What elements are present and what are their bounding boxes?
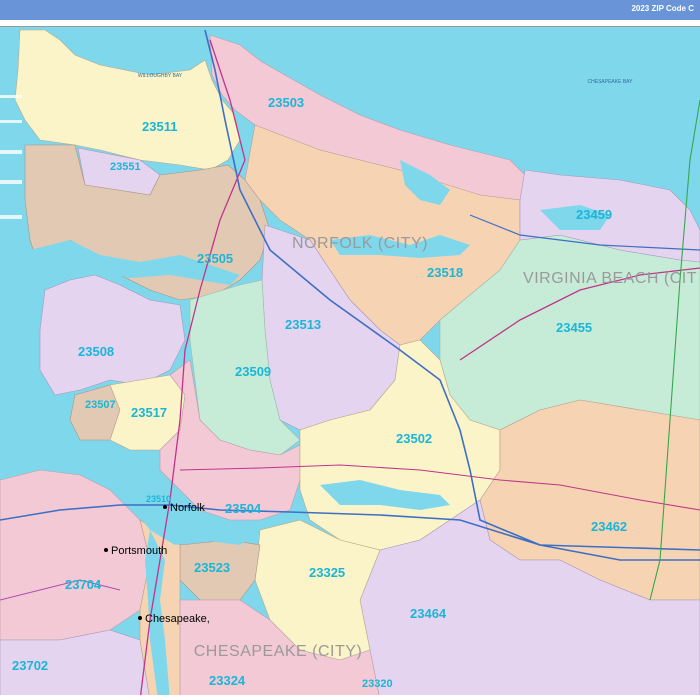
zip-code-map[interactable]: WILLOUGHBY BAY CHESAPEAKE BAY NORFOLK (C…	[0, 27, 700, 700]
top-ruler	[0, 20, 700, 27]
zip-label-23510: 23510	[146, 494, 171, 504]
city-name-norfolk: NORFOLK (CITY)	[292, 235, 428, 252]
zip-label-23325: 23325	[309, 565, 345, 580]
zip-label-23459: 23459	[576, 207, 612, 222]
pier	[0, 150, 22, 154]
city-name-chesapeake: CHESAPEAKE (CITY)	[194, 643, 363, 660]
zip-label-23551: 23551	[110, 161, 141, 173]
pier	[0, 95, 22, 98]
zip-label-23518: 23518	[427, 265, 463, 280]
zip-label-23702: 23702	[12, 658, 48, 673]
zip-label-23504: 23504	[225, 501, 262, 516]
zip-label-23503: 23503	[268, 95, 304, 110]
chesapeake-marker	[138, 616, 142, 620]
pier	[0, 120, 22, 123]
pier	[0, 180, 22, 184]
zip-label-23511: 23511	[142, 119, 177, 134]
city-norfolk: Norfolk	[170, 502, 205, 514]
zip-label-23704: 23704	[65, 577, 102, 592]
water-label-chesapeake: CHESAPEAKE BAY	[588, 79, 634, 85]
zip-label-23507: 23507	[85, 399, 116, 411]
zip-label-23509: 23509	[235, 364, 271, 379]
zip-label-23523: 23523	[194, 560, 230, 575]
zip-label-23505: 23505	[197, 251, 233, 266]
zip-label-23464: 23464	[410, 606, 447, 621]
zip-label-23455: 23455	[556, 320, 592, 335]
norfolk-marker	[163, 505, 167, 509]
zip-label-23513: 23513	[285, 317, 321, 332]
portsmouth-marker	[104, 548, 108, 552]
zip-label-23508: 23508	[78, 344, 114, 359]
water-label-willoughby: WILLOUGHBY BAY	[138, 73, 183, 79]
bottom-ruler	[0, 695, 700, 700]
zip-label-23462: 23462	[591, 519, 627, 534]
zip-label-23517: 23517	[131, 405, 167, 420]
header-bar: 2023 ZIP Code C	[0, 0, 700, 20]
zip-label-23502: 23502	[396, 431, 432, 446]
zip-label-23324: 23324	[209, 673, 246, 688]
map-title: 2023 ZIP Code C	[631, 4, 694, 13]
city-name-virginia-beach: VIRGINIA BEACH (CIT	[523, 270, 697, 287]
zip-label-23320: 23320	[362, 678, 393, 690]
city-chesapeake: Chesapeake,	[145, 613, 210, 625]
city-portsmouth: Portsmouth	[111, 545, 167, 557]
pier	[0, 215, 22, 219]
